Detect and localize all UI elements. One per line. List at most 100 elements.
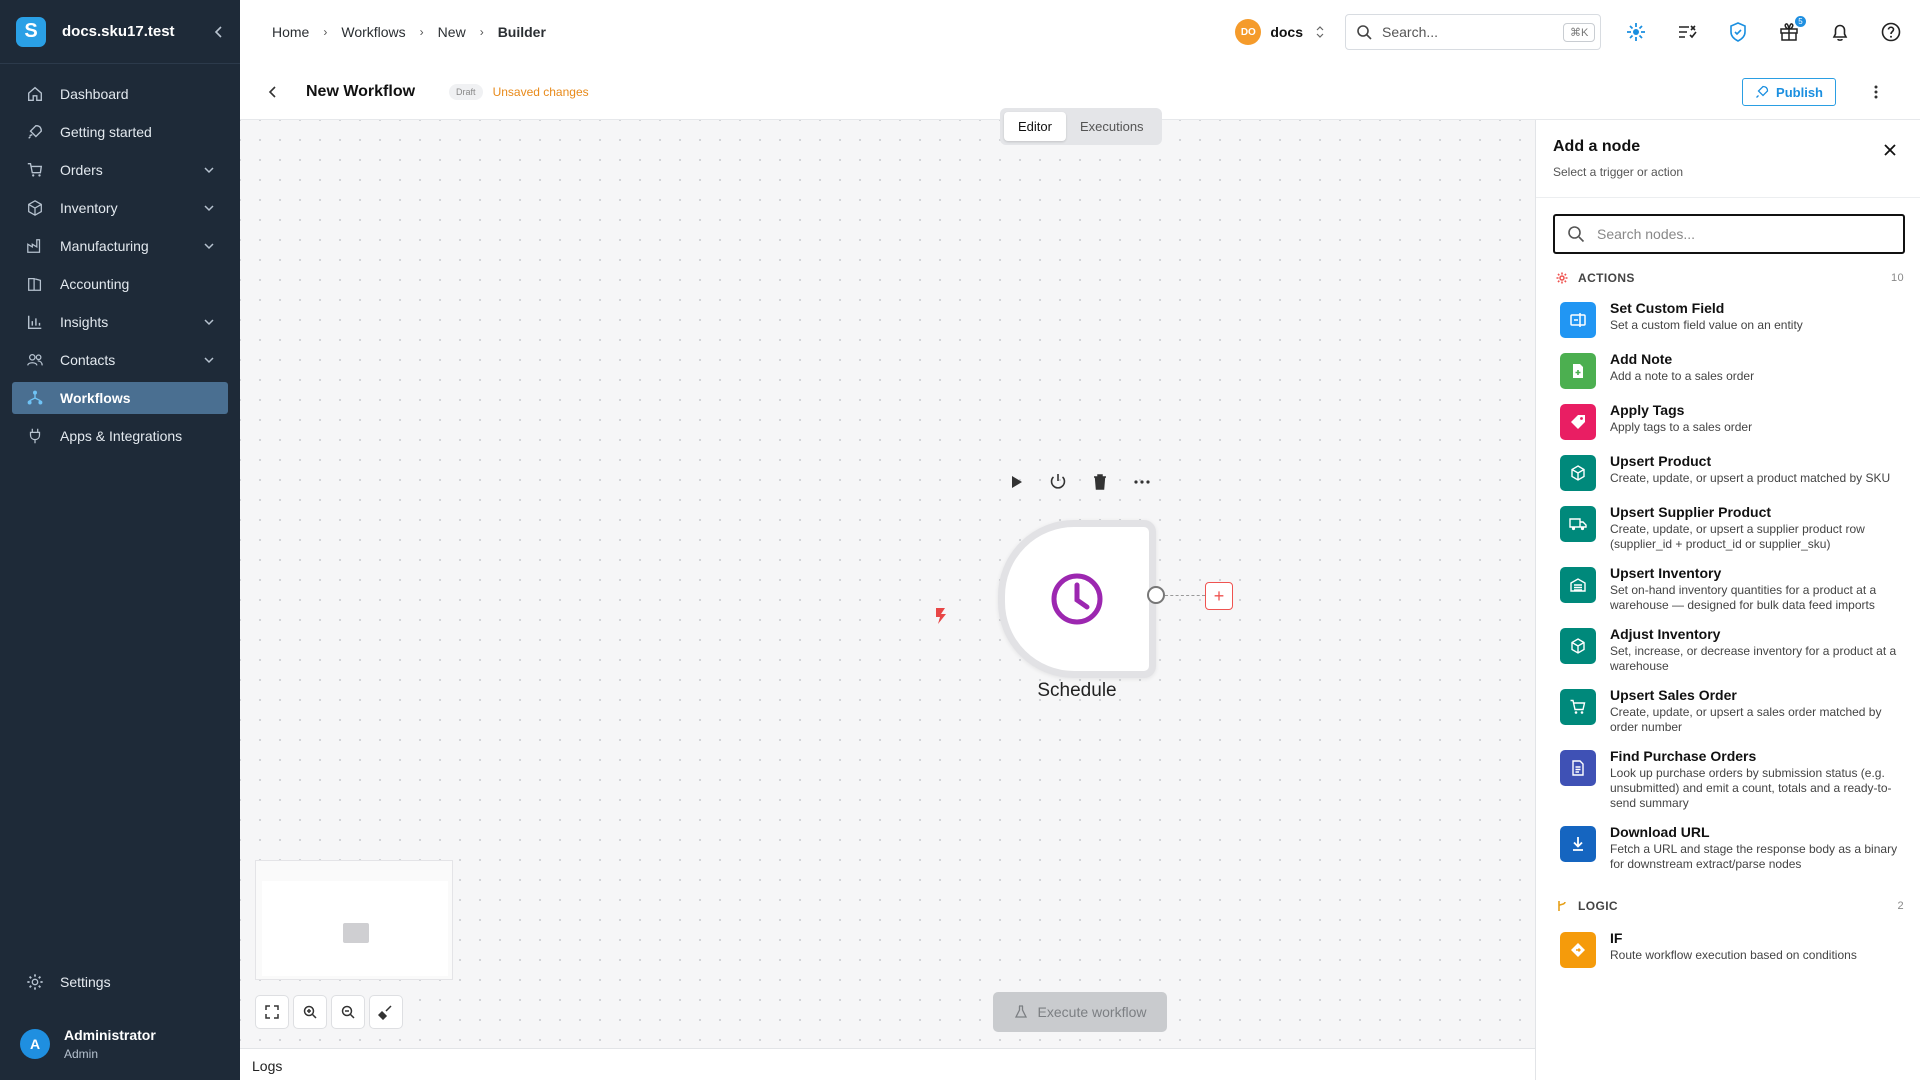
- section-count: 2: [1897, 900, 1904, 912]
- sidebar-item-settings[interactable]: Settings: [0, 966, 240, 998]
- fullscreen-icon: [264, 1004, 280, 1020]
- chevron-down-icon[interactable]: [202, 163, 216, 177]
- collapse-sidebar-icon[interactable]: [214, 25, 224, 38]
- more-vertical-icon[interactable]: [1866, 82, 1886, 102]
- workflow-title[interactable]: New Workflow: [306, 83, 415, 101]
- logs-panel-toggle[interactable]: Logs: [240, 1048, 1535, 1080]
- tidy-up-button[interactable]: [369, 995, 403, 1029]
- power-icon[interactable]: [1048, 472, 1068, 492]
- node-item-download-url[interactable]: Download URL Fetch a URL and stage the re…: [1536, 824, 1920, 872]
- zoom-in-button[interactable]: [293, 995, 327, 1029]
- sidebar-item-contacts[interactable]: Contacts: [12, 344, 228, 376]
- back-arrow-icon[interactable]: [264, 83, 282, 101]
- gift-icon[interactable]: 5: [1778, 15, 1807, 43]
- clock-icon: [1048, 570, 1106, 628]
- node-item-name: Upsert Product: [1610, 453, 1712, 469]
- sidebar-item-getting-started[interactable]: Getting started: [12, 116, 228, 148]
- node-item-desc: Create, update, or upsert a supplier pro…: [1610, 522, 1865, 551]
- brand-logo[interactable]: S: [16, 16, 46, 47]
- node-item-add-note[interactable]: Add Note Add a note to a sales order: [1536, 351, 1920, 389]
- ai-sparkle-icon[interactable]: [1625, 21, 1647, 43]
- sidebar-item-accounting[interactable]: Accounting: [12, 268, 228, 300]
- search-icon: [1356, 24, 1372, 40]
- branch-icon: [1556, 900, 1568, 912]
- bell-icon[interactable]: [1829, 21, 1851, 43]
- play-icon[interactable]: [1006, 472, 1026, 492]
- sidebar-item-workflows[interactable]: Workflows: [12, 382, 228, 414]
- canvas-controls: [255, 995, 407, 1029]
- breadcrumb-builder: Builder: [497, 24, 546, 40]
- sidebar-item-orders[interactable]: Orders: [12, 154, 228, 186]
- publish-button[interactable]: Publish: [1742, 78, 1836, 106]
- gear-icon: [26, 973, 44, 991]
- node-item-name: Upsert Sales Order: [1610, 687, 1737, 703]
- shield-check-icon[interactable]: [1727, 21, 1749, 43]
- node-item-upsert-product[interactable]: Upsert Product Create, update, or upsert …: [1536, 453, 1920, 491]
- node-item-find-purchase-orders[interactable]: Find Purchase Orders Look up purchase ord…: [1536, 748, 1920, 811]
- org-name: docs: [1270, 24, 1303, 40]
- node-item-if[interactable]: IF Route workflow execution based on cond…: [1536, 930, 1920, 968]
- minimap[interactable]: [255, 860, 453, 980]
- brand: S docs.sku17.test: [0, 0, 240, 64]
- custom-field-icon: [1560, 302, 1596, 338]
- chevron-down-icon[interactable]: [202, 353, 216, 367]
- fit-view-button[interactable]: [255, 995, 289, 1029]
- chevron-down-icon[interactable]: [202, 239, 216, 253]
- breadcrumb-new[interactable]: New: [438, 24, 466, 40]
- node-item-upsert-sales-order[interactable]: Upsert Sales Order Create, update, or ups…: [1536, 687, 1920, 735]
- sidebar-item-label: Dashboard: [60, 86, 129, 102]
- tasks-check-icon[interactable]: [1676, 21, 1698, 43]
- sidebar-item-manufacturing[interactable]: Manufacturing: [12, 230, 228, 262]
- chevron-down-icon[interactable]: [202, 315, 216, 329]
- brand-name[interactable]: docs.sku17.test: [62, 23, 214, 40]
- help-icon[interactable]: [1880, 21, 1902, 43]
- node-item-name: Upsert Supplier Product: [1610, 504, 1772, 520]
- close-icon[interactable]: [1882, 142, 1898, 158]
- node-item-name: IF: [1610, 930, 1623, 946]
- zoom-out-button[interactable]: [331, 995, 365, 1029]
- home-icon: [26, 85, 44, 103]
- search-input[interactable]: [1382, 24, 1563, 40]
- node-search[interactable]: [1553, 214, 1905, 254]
- node-item-set-custom-field[interactable]: Set Custom Field Set a custom field value…: [1536, 300, 1920, 338]
- sidebar-item-label: Insights: [60, 314, 109, 330]
- rocket-icon: [1755, 85, 1769, 99]
- schedule-node[interactable]: [998, 520, 1156, 678]
- execute-workflow-button[interactable]: Execute workflow: [993, 992, 1167, 1032]
- sidebar-item-inventory[interactable]: Inventory: [12, 192, 228, 224]
- mode-toggle: Editor Executions: [1000, 108, 1162, 145]
- workflow-canvas[interactable]: Editor Executions + Schedule Execute wor…: [240, 108, 1535, 1048]
- node-item-adjust-inventory[interactable]: Adjust Inventory Set, increase, or decrea…: [1536, 626, 1920, 674]
- sidebar-item-apps-integrations[interactable]: Apps & Integrations: [12, 420, 228, 452]
- updown-chevron-icon: [1315, 25, 1325, 39]
- node-item-name: Upsert Inventory: [1610, 565, 1722, 581]
- tab-executions[interactable]: Executions: [1066, 112, 1158, 141]
- node-item-desc: Apply tags to a sales order: [1610, 420, 1753, 434]
- org-switcher[interactable]: DO docs: [1235, 19, 1325, 45]
- connector-line: [1165, 595, 1205, 596]
- node-item-name: Apply Tags: [1610, 402, 1685, 418]
- search-shortcut: ⌘K: [1563, 22, 1596, 42]
- breadcrumb-home[interactable]: Home: [272, 24, 309, 40]
- node-item-upsert-supplier-product[interactable]: Upsert Supplier Product Create, update, o…: [1536, 504, 1920, 552]
- node-output-handle[interactable]: [1147, 586, 1165, 604]
- breadcrumb: Home › Workflows › New › Builder: [272, 24, 546, 40]
- tab-editor[interactable]: Editor: [1004, 112, 1066, 141]
- sidebar-item-dashboard[interactable]: Dashboard: [12, 78, 228, 110]
- section-logic-header: LOGIC 2: [1536, 894, 1920, 918]
- trash-icon[interactable]: [1090, 472, 1110, 492]
- chevron-down-icon[interactable]: [202, 201, 216, 215]
- node-item-upsert-inventory[interactable]: Upsert Inventory Set on-hand inventory qu…: [1536, 565, 1920, 613]
- user-menu[interactable]: A Administrator Admin: [0, 1016, 240, 1072]
- panel-subtitle: Select a trigger or action: [1553, 165, 1684, 179]
- node-search-input[interactable]: [1597, 226, 1891, 242]
- unsaved-indicator: Unsaved changes: [492, 84, 589, 99]
- add-next-node-button[interactable]: +: [1205, 582, 1233, 610]
- sidebar-item-insights[interactable]: Insights: [12, 306, 228, 338]
- node-item-desc: Route workflow execution based on condit…: [1610, 948, 1857, 962]
- global-search[interactable]: ⌘K: [1345, 14, 1601, 50]
- top-bar: Home › Workflows › New › Builder DO docs…: [240, 0, 1920, 64]
- breadcrumb-workflows[interactable]: Workflows: [341, 24, 405, 40]
- more-horizontal-icon[interactable]: [1132, 472, 1152, 492]
- node-item-apply-tags[interactable]: Apply Tags Apply tags to a sales order: [1536, 402, 1920, 440]
